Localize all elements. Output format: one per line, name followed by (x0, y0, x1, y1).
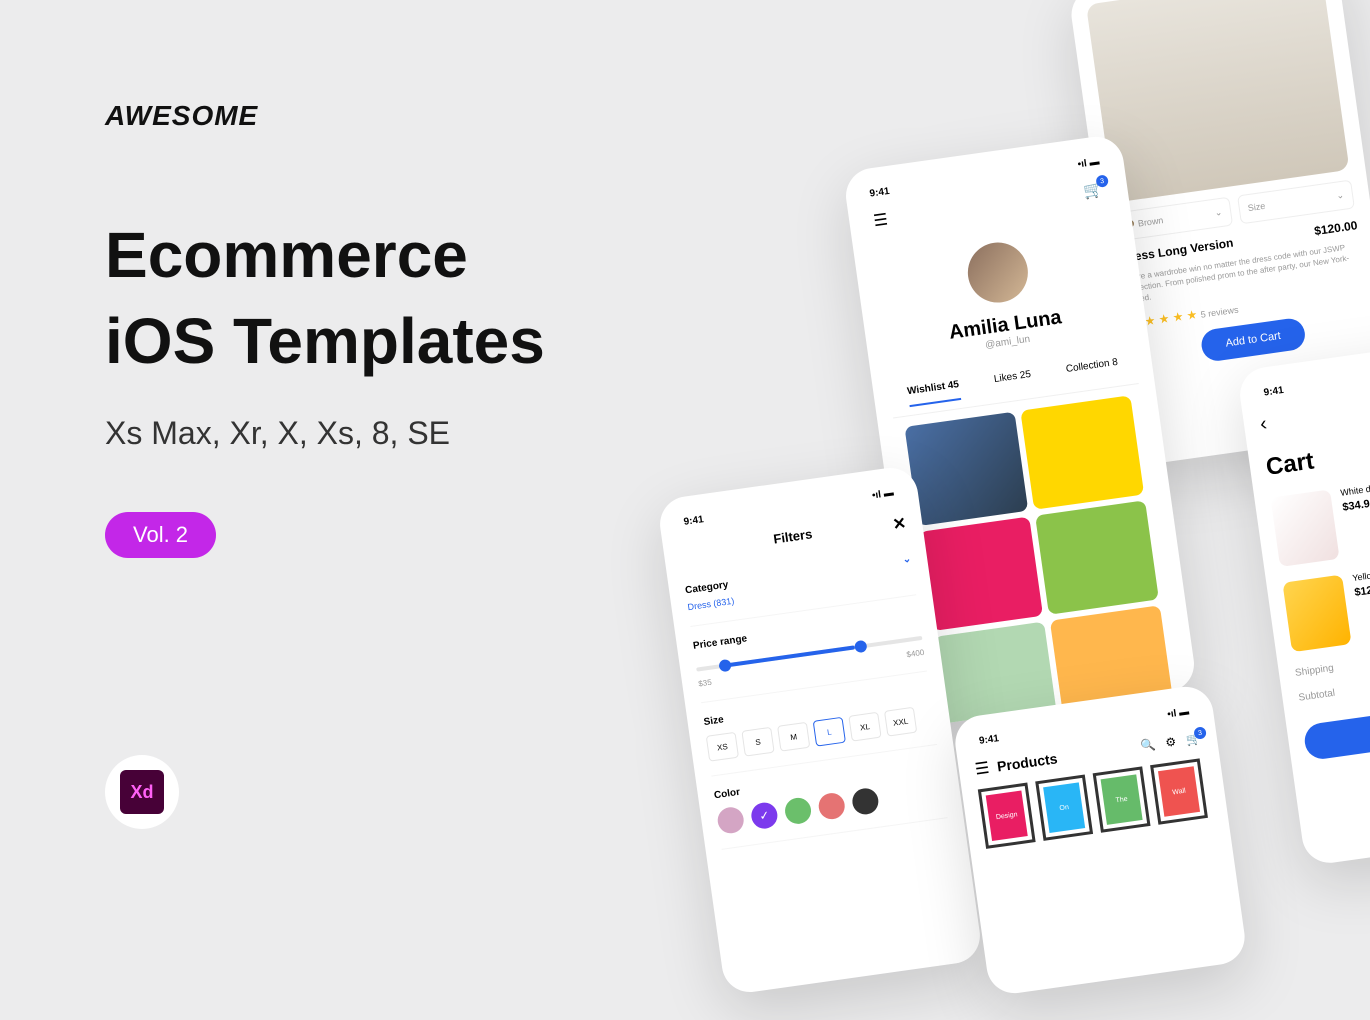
grid-item[interactable] (1035, 500, 1159, 614)
size-selector[interactable]: Size⌄ (1237, 180, 1355, 225)
page-title: EcommerceiOS Templates (105, 212, 605, 385)
color-swatch[interactable] (783, 796, 812, 825)
cart-icon[interactable]: 🛒 (1082, 179, 1105, 202)
tab-likes[interactable]: Likes 25 (993, 369, 1033, 395)
product-frame[interactable]: The (1093, 766, 1151, 832)
size-xs[interactable]: XS (706, 732, 739, 762)
subtitle: Xs Max, Xr, X, Xs, 8, SE (105, 415, 605, 452)
filter-icon[interactable]: ⚙ (1164, 735, 1177, 750)
product-frame[interactable]: On (1035, 774, 1093, 840)
grid-item[interactable] (1020, 395, 1144, 509)
cart-screen: 9:41•ıl ▬ ‹⋮ Cart3 items White dress wit… (1237, 334, 1370, 867)
cart-item[interactable]: Yellow long dress Andromeda (XS)$128.98 … (1282, 550, 1370, 652)
size-l[interactable]: L (813, 717, 846, 747)
color-swatch[interactable]: ✓ (750, 801, 779, 830)
size-m[interactable]: M (777, 722, 810, 752)
volume-badge: Vol. 2 (105, 512, 216, 558)
product-image (1086, 0, 1350, 203)
size-xl[interactable]: XL (848, 712, 881, 742)
size-s[interactable]: S (741, 727, 774, 757)
avatar[interactable] (964, 239, 1032, 307)
grid-item[interactable] (904, 412, 1028, 526)
close-icon[interactable]: ✕ (891, 513, 907, 535)
brand-logo: AWESOME (105, 100, 605, 132)
cart-icon[interactable]: 🛒 (1185, 731, 1202, 747)
search-icon[interactable]: 🔍 (1140, 737, 1157, 753)
tab-collection[interactable]: Collection 8 (1065, 357, 1120, 385)
back-icon[interactable]: ‹ (1259, 413, 1269, 437)
color-swatch[interactable] (851, 787, 880, 816)
chevron-down-icon[interactable]: ⌄ (902, 554, 912, 566)
tab-wishlist[interactable]: Wishlist 45 (907, 379, 962, 407)
add-to-cart-button[interactable]: Add to Cart (1200, 316, 1307, 362)
color-swatch[interactable] (817, 791, 846, 820)
size-xxl[interactable]: XXL (884, 707, 917, 737)
grid-item[interactable] (919, 517, 1043, 631)
xd-badge: Xd (105, 755, 179, 829)
products-screen: 9:41•ıl ▬ ☰Products 🔍⚙🛒 Design On The Wa… (952, 683, 1248, 996)
product-frame[interactable]: Wall (1150, 758, 1208, 824)
product-price: $120.00 (1313, 218, 1358, 238)
menu-icon[interactable]: ☰ (974, 758, 991, 780)
color-swatch[interactable] (716, 806, 745, 835)
checkout-button[interactable]: Checkout (1302, 692, 1370, 761)
cart-title: Cart (1264, 447, 1315, 481)
product-frame[interactable]: Design (978, 783, 1036, 849)
menu-icon[interactable]: ☰ (872, 209, 889, 231)
